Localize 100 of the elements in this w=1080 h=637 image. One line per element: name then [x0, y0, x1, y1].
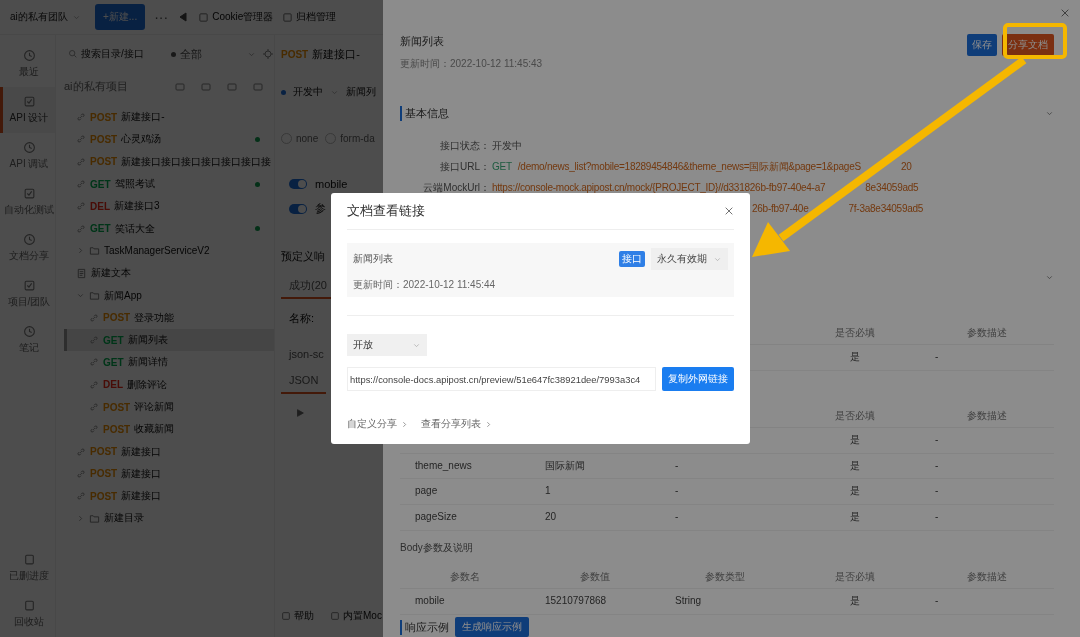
save-button[interactable]: 保存: [967, 34, 997, 56]
url-field[interactable]: https://console-docs.apipost.cn/preview/51e647fc38921dee/7993a3c4: [347, 367, 656, 391]
section-title: 基本信息: [400, 106, 449, 122]
copy-link-button[interactable]: 复制外网链接: [662, 367, 734, 391]
link-icon: [89, 312, 99, 323]
table-cell: -: [920, 504, 1054, 531]
section-label: Body参数及说明: [400, 540, 474, 555]
tree-item[interactable]: DEL 删除评论: [64, 373, 274, 396]
tree-item[interactable]: GET 笑话大全: [64, 217, 274, 240]
column-header: 参数值: [530, 566, 660, 590]
tree-item-name: 新建接口3: [114, 199, 160, 214]
tree-item[interactable]: DEL 新建接口3: [64, 195, 274, 218]
method-label: POST: [103, 423, 131, 435]
table-cell: 是: [790, 479, 920, 505]
method-label: POST: [90, 446, 118, 458]
folder-name: 新闻App: [104, 288, 142, 303]
search-icon: [68, 49, 78, 59]
footer-icon: [330, 611, 340, 621]
tree-item[interactable]: POST 新建接口接口接口接口接口接口接: [64, 150, 274, 173]
method-label: POST: [281, 48, 309, 60]
tree-item-name: 新建接口: [121, 444, 162, 459]
toolbar-icon: [198, 11, 210, 23]
nav-icon: [22, 599, 36, 612]
table-cell: theme_news: [400, 453, 530, 480]
nav-icon: [22, 233, 36, 246]
column-header: 是否必填: [790, 322, 920, 346]
method-label: POST: [90, 133, 118, 145]
toggle-switch[interactable]: [289, 178, 307, 189]
folder-name: 新建目录: [104, 511, 144, 526]
table-cell: 20: [530, 504, 660, 531]
folder-item[interactable]: TaskManagerServiceV2: [64, 239, 274, 263]
table-cell: -: [920, 453, 1054, 480]
tree-item-name: 心灵鸡汤: [121, 132, 162, 147]
tree-item[interactable]: POST 新建接口: [64, 485, 274, 508]
table-cell: -: [920, 345, 1054, 371]
tree-item-name: 新建接口接口接口接口接口接口接: [121, 154, 272, 169]
access-select[interactable]: 开放: [347, 334, 427, 356]
link-icon: [76, 223, 86, 234]
validity-select[interactable]: 永久有效期: [651, 248, 728, 270]
status-dot: [255, 226, 260, 232]
nav-icon: [22, 279, 36, 292]
generate-button[interactable]: 生成响应示例: [455, 617, 529, 637]
tab-title[interactable]: 新建接口-: [312, 46, 360, 62]
tree-item[interactable]: POST 新建接口-: [64, 106, 274, 129]
table-cell: -: [920, 427, 1054, 454]
nav-icon: [22, 553, 36, 566]
dialog-link[interactable]: 自定义分享: [347, 417, 409, 431]
method-label: POST: [90, 111, 118, 123]
table-cell: pageSize: [400, 504, 530, 531]
locate-icon: [262, 48, 274, 60]
info-value: /demo/news_list?mobile=18289454846&theme_news=国际新闻&page=1&pageS: [517, 160, 861, 172]
nav-icon: [22, 49, 36, 62]
nav-icon: [22, 187, 36, 200]
highlight-frame: [1003, 23, 1067, 59]
chevron-right-icon: [484, 419, 493, 429]
link-icon: [76, 468, 86, 479]
update-time: 更新时间：2022-10-12 11:45:44: [353, 278, 497, 292]
toggle-switch[interactable]: [289, 203, 307, 214]
method-label: GET: [90, 178, 111, 190]
info-value: 8e34059ad5: [865, 181, 919, 193]
table-cell: String: [660, 589, 790, 615]
method-label: GET: [90, 223, 111, 235]
tree-item[interactable]: POST 新建接口: [64, 462, 274, 486]
team-name[interactable]: ai的私有团队: [10, 10, 68, 24]
column-header: 参数描述: [920, 566, 1054, 590]
table-cell: 国际新闻: [530, 453, 660, 480]
folder-item[interactable]: 新建目录: [64, 507, 274, 530]
more-button[interactable]: ···: [154, 9, 169, 25]
info-value: 开发中: [492, 139, 522, 151]
doc-item[interactable]: 新建文本: [64, 262, 274, 285]
share-button[interactable]: 分享文档: [1002, 34, 1054, 56]
tree-item[interactable]: POST 心灵鸡汤: [64, 128, 274, 151]
toolbar-item[interactable]: Cookie管理器: [212, 10, 274, 24]
type-tag: 接口: [619, 251, 645, 267]
document-icon: [76, 267, 87, 279]
link-icon: [89, 402, 99, 412]
chevron-right-icon: [76, 246, 85, 256]
folder-item[interactable]: 新闻App: [64, 284, 274, 307]
table-cell: -: [920, 589, 1054, 615]
tree-item[interactable]: POST 新建接口: [64, 440, 274, 463]
toolbar-icon: [282, 11, 294, 23]
toolbar-item[interactable]: 归档管理: [296, 10, 337, 24]
table-cell: 是: [790, 453, 920, 480]
chevron-right-icon: [76, 514, 85, 523]
method-label: GET: [103, 356, 124, 368]
table-cell: -: [920, 479, 1054, 505]
table-cell: -: [660, 453, 790, 480]
dialog-title: 文档查看链接: [347, 202, 425, 220]
table-cell: 是: [790, 504, 920, 531]
table-cell: 是: [790, 589, 920, 615]
link-icon: [89, 379, 99, 390]
method-label: POST: [90, 156, 118, 168]
info-label: 接口状态：: [439, 138, 490, 153]
column-header: 是否必填: [790, 404, 920, 428]
table-cell: 是: [790, 345, 920, 371]
status-select[interactable]: 开发中: [293, 85, 323, 99]
tree-item-name: 新建接口: [121, 466, 162, 481]
link-icon: [76, 446, 86, 457]
footer-icon: [281, 611, 291, 621]
dialog-link[interactable]: 查看分享列表: [421, 417, 493, 431]
